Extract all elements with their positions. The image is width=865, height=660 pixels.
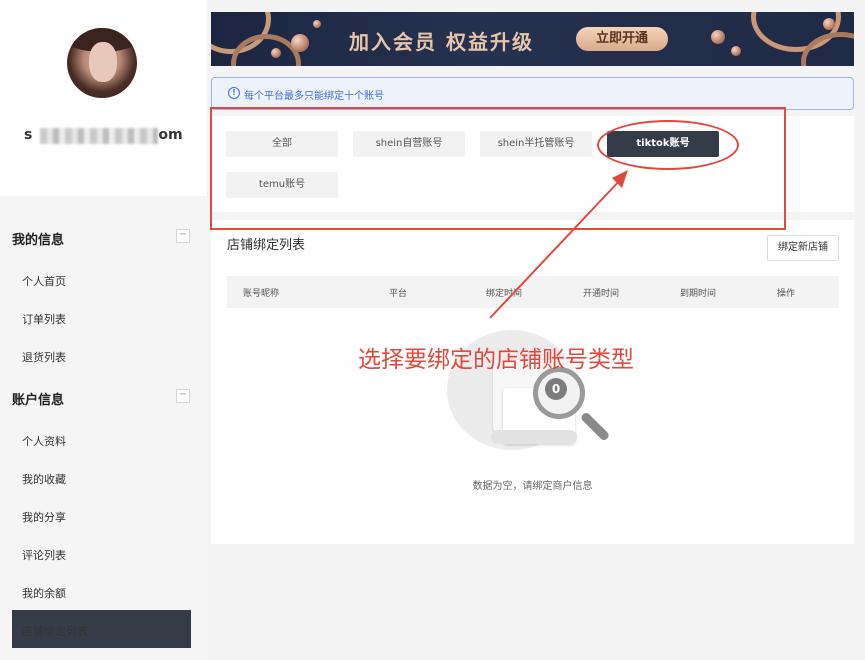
column-header-open-time: 开通时间 xyxy=(583,289,620,299)
sidebar-item-shares[interactable]: 我的分享 xyxy=(22,509,66,525)
avatar[interactable] xyxy=(67,28,137,98)
column-header-actions: 操作 xyxy=(777,289,796,299)
collapse-account-info-button[interactable]: − xyxy=(176,389,190,403)
sidebar-item-returns[interactable]: 退货列表 xyxy=(22,349,66,365)
membership-banner[interactable]: 加入会员 权益升级 立即开通 xyxy=(211,12,854,66)
sidebar-item-store-binding-label: 店铺绑定列表 xyxy=(22,625,88,638)
sidebar-item-orders[interactable]: 订单列表 xyxy=(22,311,66,327)
bind-new-store-button[interactable]: 绑定新店铺 xyxy=(767,235,839,261)
info-icon: ! xyxy=(228,87,240,99)
sidebar-item-favorites[interactable]: 我的收藏 xyxy=(22,471,66,487)
menu-group-account-info[interactable]: 账户信息 xyxy=(12,389,64,408)
profile-card: s om xyxy=(0,0,207,196)
empty-state-text: 数据为空，请绑定商户信息 xyxy=(472,481,593,492)
column-header-nickname: 账号昵称 xyxy=(243,289,280,299)
column-header-bind-time: 绑定时间 xyxy=(486,289,523,299)
join-now-button[interactable]: 立即开通 xyxy=(576,27,668,51)
sidebar: s om 我的信息 − 个人首页 订单列表 退货列表 账户信息 − 个人资料 我的… xyxy=(0,0,207,660)
page-title: 店铺绑定列表 xyxy=(227,238,306,253)
banner-title: 加入会员 权益升级 xyxy=(349,30,534,54)
username-redaction xyxy=(40,128,158,144)
menu-group-my-info[interactable]: 我的信息 xyxy=(12,229,64,248)
sidebar-item-store-binding[interactable]: 店铺绑定列表 xyxy=(12,610,191,648)
notice-bar: ! 每个平台最多只能绑定十个账号 xyxy=(211,77,854,110)
column-header-platform: 平台 xyxy=(389,289,408,299)
collapse-my-info-button[interactable]: − xyxy=(176,229,190,243)
empty-count-badge: 0 xyxy=(545,378,567,400)
column-header-expire-time: 到期时间 xyxy=(680,289,717,299)
annotation-highlight-ellipse xyxy=(597,120,739,170)
sidebar-item-balance[interactable]: 我的余额 xyxy=(22,585,66,601)
annotation-text: 选择要绑定的店铺账号类型 xyxy=(358,347,634,373)
store-binding-panel: 店铺绑定列表 绑定新店铺 账号昵称 平台 绑定时间 开通时间 到期时间 操作 0… xyxy=(211,220,854,544)
table-header: 账号昵称 平台 绑定时间 开通时间 到期时间 操作 xyxy=(227,276,839,308)
sidebar-item-home[interactable]: 个人首页 xyxy=(22,273,66,289)
sidebar-item-profile[interactable]: 个人资料 xyxy=(22,433,66,449)
sidebar-item-reviews[interactable]: 评论列表 xyxy=(22,547,66,563)
notice-text: 每个平台最多只能绑定十个账号 xyxy=(244,91,384,102)
